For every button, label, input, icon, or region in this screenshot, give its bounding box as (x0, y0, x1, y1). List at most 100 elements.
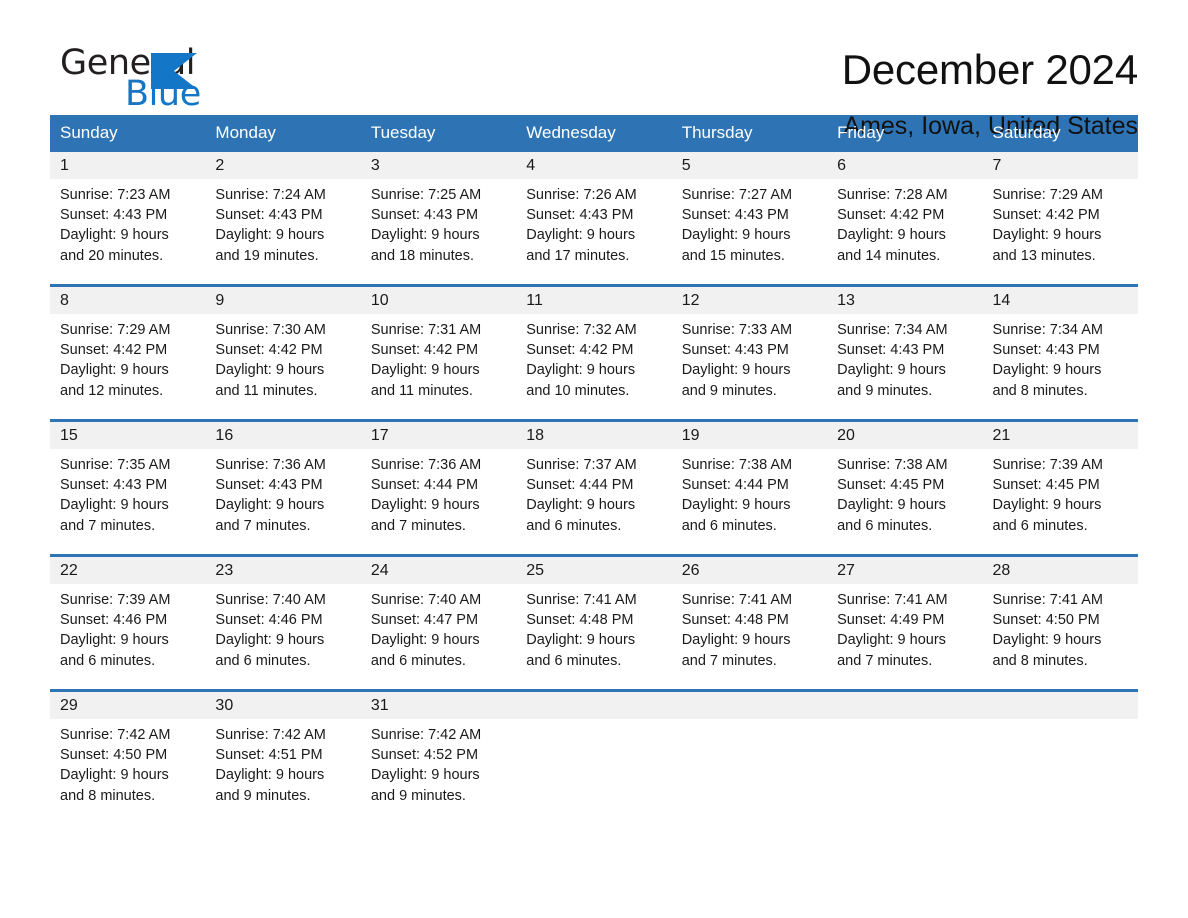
day-details: Sunrise: 7:24 AM Sunset: 4:43 PM Daylight:… (205, 179, 360, 266)
calendar-cell[interactable]: 26 Sunrise: 7:41 AM Sunset: 4:48 PM Dayligh… (671, 554, 828, 691)
day-cell: 10 Sunrise: 7:31 AM Sunset: 4:42 PM Dayligh… (360, 287, 517, 419)
sunset-text: Sunset: 4:48 PM (681, 612, 789, 629)
daylight-text-line1: Daylight: 9 hours (837, 227, 946, 244)
daylight-text-line1: Daylight: 9 hours (837, 497, 946, 514)
daylight-text-line1: Daylight: 9 hours (60, 632, 169, 649)
calendar-cell[interactable]: 6 Sunrise: 7:28 AM Sunset: 4:42 PM Daylight… (827, 152, 983, 286)
daylight-text-line2: and 20 minutes. (60, 247, 164, 264)
calendar-week-row: 8 Sunrise: 7:29 AM Sunset: 4:42 PM Daylight… (50, 284, 1138, 421)
day-cell: 21 Sunrise: 7:39 AM Sunset: 4:45 PM Dayligh… (982, 422, 1138, 554)
sunset-text: Sunset: 4:43 PM (370, 207, 479, 224)
daylight-text-line2: and 18 minutes. (370, 247, 475, 264)
daylight-text-line1: Daylight: 9 hours (215, 767, 325, 784)
day-cell: 19 Sunrise: 7:38 AM Sunset: 4:44 PM Dayligh… (671, 422, 828, 554)
daylight-text-line2: and 6 minutes. (370, 652, 466, 669)
calendar-cell[interactable]: 7 Sunrise: 7:29 AM Sunset: 4:42 PM Daylight… (982, 152, 1138, 286)
day-cell: 30 Sunrise: 7:42 AM Sunset: 4:51 PM Dayligh… (205, 692, 361, 824)
calendar-cell[interactable]: 5 Sunrise: 7:27 AM Sunset: 4:43 PM Daylight… (671, 152, 828, 286)
day-cell: 9 Sunrise: 7:30 AM Sunset: 4:42 PM Daylight… (205, 287, 361, 419)
daylight-text-line1: Daylight: 9 hours (837, 632, 946, 649)
daylight-text-line1: Daylight: 9 hours (215, 227, 325, 244)
calendar-cell[interactable]: 18 Sunrise: 7:37 AM Sunset: 4:44 PM Dayligh… (516, 419, 672, 556)
calendar-cell[interactable]: 29 Sunrise: 7:42 AM Sunset: 4:50 PM Dayligh… (50, 689, 206, 824)
calendar-cell-empty (671, 689, 828, 824)
calendar-cell[interactable]: 25 Sunrise: 7:41 AM Sunset: 4:48 PM Dayligh… (516, 554, 672, 691)
calendar-cell[interactable]: 21 Sunrise: 7:39 AM Sunset: 4:45 PM Dayligh… (982, 419, 1138, 556)
calendar-cell[interactable]: 30 Sunrise: 7:42 AM Sunset: 4:51 PM Dayligh… (205, 689, 361, 824)
day-details: Sunrise: 7:29 AM Sunset: 4:42 PM Daylight:… (50, 314, 205, 401)
day-number: 9 (205, 287, 361, 314)
sunrise-text: Sunrise: 7:27 AM (681, 187, 793, 203)
daylight-text-line2: and 11 minutes. (215, 382, 318, 399)
day-number: 16 (205, 422, 361, 449)
day-details: Sunrise: 7:41 AM Sunset: 4:49 PM Daylight:… (827, 584, 982, 671)
calendar-cell[interactable]: 22 Sunrise: 7:39 AM Sunset: 4:46 PM Dayligh… (50, 554, 206, 691)
sunrise-text: Sunrise: 7:41 AM (992, 592, 1103, 608)
calendar-week-row: 22 Sunrise: 7:39 AM Sunset: 4:46 PM Dayligh… (50, 554, 1138, 691)
page-header: General Blue December 2024 Ames, Iowa, U… (50, 0, 1138, 141)
sunset-text: Sunset: 4:42 PM (526, 342, 634, 359)
sunset-text: Sunset: 4:44 PM (681, 477, 789, 494)
calendar-cell[interactable]: 13 Sunrise: 7:34 AM Sunset: 4:43 PM Dayligh… (827, 284, 983, 421)
sunset-text: Sunset: 4:48 PM (526, 612, 634, 629)
calendar-cell[interactable]: 3 Sunrise: 7:25 AM Sunset: 4:43 PM Daylight… (360, 152, 517, 286)
calendar-cell[interactable]: 20 Sunrise: 7:38 AM Sunset: 4:45 PM Dayligh… (827, 419, 983, 556)
daylight-text-line1: Daylight: 9 hours (60, 767, 169, 784)
calendar-cell[interactable]: 24 Sunrise: 7:40 AM Sunset: 4:47 PM Dayligh… (360, 554, 517, 691)
calendar-cell[interactable]: 4 Sunrise: 7:26 AM Sunset: 4:43 PM Daylight… (516, 152, 672, 286)
day-cell: 20 Sunrise: 7:38 AM Sunset: 4:45 PM Dayligh… (827, 422, 983, 554)
calendar-cell[interactable]: 16 Sunrise: 7:36 AM Sunset: 4:43 PM Dayligh… (205, 419, 361, 556)
calendar-cell[interactable]: 1 Sunrise: 7:23 AM Sunset: 4:43 PM Daylight… (50, 152, 206, 286)
daylight-text-line2: and 6 minutes. (837, 517, 933, 534)
daylight-text-line1: Daylight: 9 hours (681, 227, 791, 244)
sunset-text: Sunset: 4:45 PM (992, 477, 1100, 494)
day-details (672, 719, 827, 725)
sunrise-text: Sunrise: 7:41 AM (526, 592, 637, 608)
daylight-text-line2: and 8 minutes. (992, 652, 1088, 669)
daylight-text-line2: and 11 minutes. (370, 382, 473, 399)
daylight-text-line2: and 8 minutes. (992, 382, 1088, 399)
day-cell: 15 Sunrise: 7:35 AM Sunset: 4:43 PM Dayligh… (50, 422, 206, 554)
day-number: 14 (982, 287, 1138, 314)
sunrise-text: Sunrise: 7:28 AM (837, 187, 948, 203)
sunset-text: Sunset: 4:42 PM (837, 207, 945, 224)
calendar-cell[interactable]: 9 Sunrise: 7:30 AM Sunset: 4:42 PM Daylight… (205, 284, 361, 421)
day-number: 19 (671, 422, 828, 449)
day-number (827, 692, 983, 719)
daylight-text-line1: Daylight: 9 hours (992, 497, 1102, 514)
daylight-text-line2: and 7 minutes. (60, 517, 156, 534)
day-number: 31 (360, 692, 517, 719)
daylight-text-line2: and 7 minutes. (370, 517, 466, 534)
daylight-text-line2: and 6 minutes. (992, 517, 1088, 534)
sunrise-text: Sunrise: 7:30 AM (215, 322, 326, 338)
calendar-cell[interactable]: 23 Sunrise: 7:40 AM Sunset: 4:46 PM Dayligh… (205, 554, 361, 691)
day-cell: 8 Sunrise: 7:29 AM Sunset: 4:42 PM Daylight… (50, 287, 206, 419)
calendar-cell[interactable]: 2 Sunrise: 7:24 AM Sunset: 4:43 PM Daylight… (205, 152, 361, 286)
calendar-cell[interactable]: 12 Sunrise: 7:33 AM Sunset: 4:43 PM Dayligh… (671, 284, 828, 421)
day-details: Sunrise: 7:39 AM Sunset: 4:46 PM Daylight:… (50, 584, 205, 671)
calendar-cell[interactable]: 8 Sunrise: 7:29 AM Sunset: 4:42 PM Daylight… (50, 284, 206, 421)
calendar-cell[interactable]: 17 Sunrise: 7:36 AM Sunset: 4:44 PM Dayligh… (360, 419, 517, 556)
daylight-text-line1: Daylight: 9 hours (60, 497, 169, 514)
calendar-cell[interactable]: 15 Sunrise: 7:35 AM Sunset: 4:43 PM Dayligh… (50, 419, 206, 556)
generalblue-logo[interactable]: General Blue (50, 44, 230, 116)
sunrise-text: Sunrise: 7:24 AM (215, 187, 326, 203)
calendar-cell[interactable]: 14 Sunrise: 7:34 AM Sunset: 4:43 PM Dayligh… (982, 284, 1138, 421)
calendar-cell[interactable]: 19 Sunrise: 7:38 AM Sunset: 4:44 PM Dayligh… (671, 419, 828, 556)
daylight-text-line1: Daylight: 9 hours (681, 362, 791, 379)
sunrise-text: Sunrise: 7:33 AM (681, 322, 793, 338)
day-details: Sunrise: 7:33 AM Sunset: 4:43 PM Daylight:… (672, 314, 827, 401)
calendar-cell[interactable]: 11 Sunrise: 7:32 AM Sunset: 4:42 PM Dayligh… (516, 284, 672, 421)
day-cell: 5 Sunrise: 7:27 AM Sunset: 4:43 PM Daylight… (671, 152, 828, 284)
calendar-cell[interactable]: 10 Sunrise: 7:31 AM Sunset: 4:42 PM Dayligh… (360, 284, 517, 421)
day-number: 7 (982, 152, 1138, 179)
day-cell: 28 Sunrise: 7:41 AM Sunset: 4:50 PM Dayligh… (982, 557, 1138, 689)
calendar-cell[interactable]: 31 Sunrise: 7:42 AM Sunset: 4:52 PM Dayligh… (360, 689, 517, 824)
day-cell: 2 Sunrise: 7:24 AM Sunset: 4:43 PM Daylight… (205, 152, 361, 284)
day-details: Sunrise: 7:41 AM Sunset: 4:48 PM Daylight:… (516, 584, 671, 671)
calendar-cell[interactable]: 27 Sunrise: 7:41 AM Sunset: 4:49 PM Dayligh… (827, 554, 983, 691)
day-details: Sunrise: 7:30 AM Sunset: 4:42 PM Daylight:… (205, 314, 360, 401)
day-details: Sunrise: 7:34 AM Sunset: 4:43 PM Daylight:… (983, 314, 1138, 401)
calendar-cell[interactable]: 28 Sunrise: 7:41 AM Sunset: 4:50 PM Dayligh… (982, 554, 1138, 691)
sunrise-text: Sunrise: 7:42 AM (60, 727, 171, 743)
